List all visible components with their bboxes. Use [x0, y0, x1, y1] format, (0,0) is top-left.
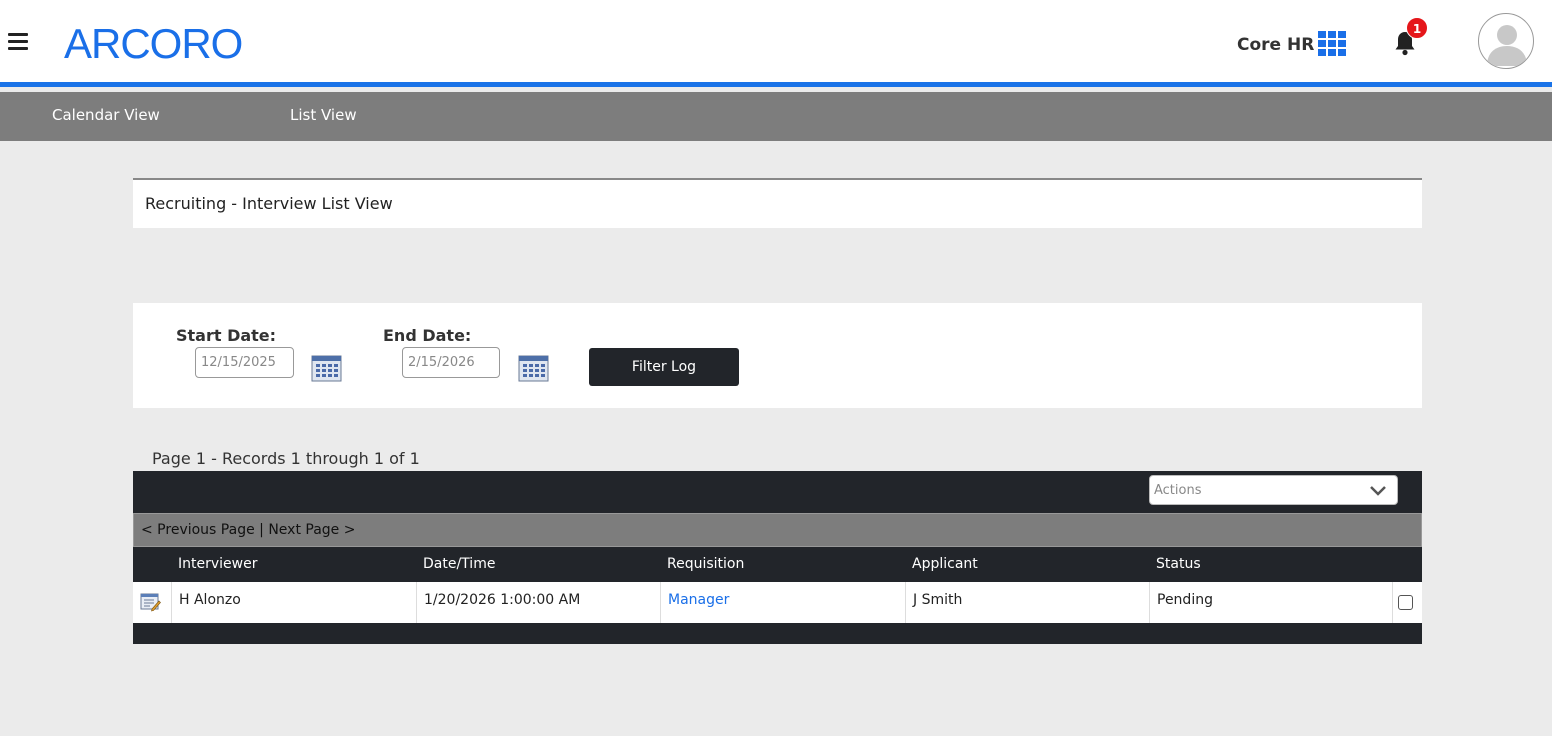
edit-record-icon[interactable] [139, 590, 161, 612]
cell-status: Pending [1150, 582, 1393, 623]
table-header: Interviewer Date/Time Requisition Applic… [133, 547, 1422, 582]
chevron-down-icon [1370, 486, 1386, 496]
table-footer [133, 623, 1422, 644]
table-row: H Alonzo 1/20/2026 1:00:00 AM Manager J … [133, 582, 1422, 623]
product-label: Core HR [1237, 35, 1315, 55]
column-header-datetime[interactable]: Date/Time [423, 556, 495, 572]
requisition-link[interactable]: Manager [668, 592, 729, 608]
records-info: Page 1 - Records 1 through 1 of 1 [152, 449, 420, 468]
page-title-panel: Recruiting - Interview List View [133, 178, 1422, 228]
end-date-calendar-icon[interactable] [518, 354, 549, 382]
cell-interviewer: H Alonzo [172, 582, 417, 623]
calendar-view-link[interactable]: Calendar View [52, 106, 160, 124]
column-header-status[interactable]: Status [1156, 556, 1201, 572]
hamburger-menu-icon[interactable] [8, 33, 28, 50]
start-date-input[interactable] [195, 347, 294, 378]
end-date-label: End Date: [383, 326, 472, 345]
sub-navigation: Calendar View List View [0, 92, 1552, 141]
actions-dropdown[interactable]: Actions [1149, 475, 1398, 505]
page-title: Recruiting - Interview List View [145, 194, 393, 213]
filter-log-button[interactable]: Filter Log [589, 348, 739, 386]
pager-separator: | [259, 522, 264, 538]
cell-datetime: 1/20/2026 1:00:00 AM [417, 582, 661, 623]
pager: < Previous Page | Next Page > [141, 522, 355, 538]
notification-count-badge: 1 [1406, 17, 1428, 39]
column-header-interviewer[interactable]: Interviewer [178, 556, 257, 572]
end-date-input[interactable] [402, 347, 500, 378]
cell-applicant: J Smith [906, 582, 1150, 623]
user-silhouette-icon [1487, 25, 1527, 66]
user-avatar[interactable] [1478, 13, 1534, 69]
actions-dropdown-value: Actions [1154, 483, 1202, 498]
cell-requisition: Manager [661, 582, 906, 623]
table-actions-bar: Actions [133, 471, 1422, 513]
next-page-link[interactable]: Next Page > [268, 522, 355, 538]
pager-bar: < Previous Page | Next Page > [133, 513, 1422, 547]
column-header-requisition[interactable]: Requisition [667, 556, 744, 572]
start-date-calendar-icon[interactable] [311, 354, 342, 382]
top-header: ARCORO Core HR 1 [0, 0, 1552, 87]
app-grid-icon[interactable] [1318, 31, 1347, 56]
arcoro-logo[interactable]: ARCORO [64, 22, 243, 66]
previous-page-link[interactable]: < Previous Page [141, 522, 255, 538]
list-view-link[interactable]: List View [290, 106, 357, 124]
row-edit-cell [133, 582, 172, 623]
row-select-checkbox[interactable] [1398, 595, 1413, 610]
column-header-applicant[interactable]: Applicant [912, 556, 978, 572]
start-date-label: Start Date: [176, 326, 277, 345]
date-filter-panel: Start Date: End Date: Filter Log [133, 303, 1422, 408]
